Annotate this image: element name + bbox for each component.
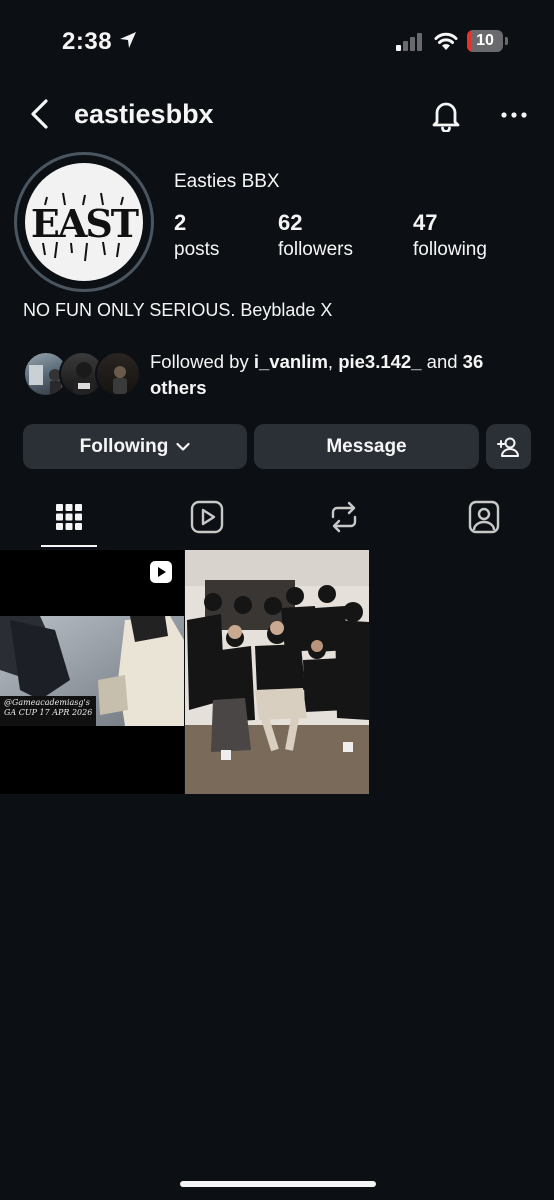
followers-label: followers — [278, 239, 353, 260]
battery-indicator: 10 — [467, 30, 508, 52]
following-button-label: Following — [79, 435, 169, 457]
reposts-icon[interactable] — [324, 497, 364, 537]
more-options-icon[interactable] — [498, 104, 530, 126]
followed-by-avatars[interactable] — [23, 351, 141, 397]
logo-text: EAST — [31, 201, 139, 246]
mutual-user-link[interactable]: i_vanlim — [254, 351, 328, 372]
following-count: 47 — [413, 210, 438, 235]
followers-stat[interactable]: 62 followers — [278, 210, 353, 261]
followed-by-text[interactable]: Followed by i_vanlim, pie3.142_ and 36 o… — [150, 349, 540, 401]
posts-stat[interactable]: 2 posts — [174, 210, 219, 261]
profile-avatar[interactable]: EAST — [14, 152, 154, 292]
location-arrow-icon — [120, 32, 136, 48]
group-photo — [185, 550, 369, 794]
wifi-icon — [434, 32, 458, 50]
message-button-label: Message — [326, 435, 407, 457]
reel-photo — [0, 616, 184, 726]
posts-label: posts — [174, 239, 220, 260]
notification-bell-icon[interactable] — [430, 98, 462, 132]
mutual-user-link[interactable]: pie3.142_ — [338, 351, 421, 372]
followers-count: 62 — [278, 210, 303, 235]
suggested-people-button[interactable] — [486, 424, 531, 469]
following-label: following — [413, 239, 487, 260]
profile-bio: NO FUN ONLY SERIOUS. Beyblade X — [23, 300, 333, 320]
post-caption-overlay: @Gameacademiasg's GA CUP 17 APR 2026 — [4, 698, 93, 717]
post-thumbnail-reel[interactable]: @Gameacademiasg's GA CUP 17 APR 2026 — [0, 550, 184, 794]
cellular-signal-icon — [396, 33, 422, 51]
home-indicator[interactable] — [180, 1181, 376, 1187]
reel-badge-icon — [150, 561, 172, 583]
posts-count: 2 — [174, 210, 187, 235]
east-logo: EAST — [25, 163, 143, 281]
reels-icon[interactable] — [187, 497, 227, 537]
post-thumbnail-photo[interactable] — [185, 550, 369, 794]
add-person-icon — [496, 437, 519, 457]
tagged-icon[interactable] — [464, 497, 504, 537]
chevron-down-icon — [176, 442, 190, 451]
message-button[interactable]: Message — [254, 424, 479, 469]
display-name: Easties BBX — [174, 171, 280, 192]
following-stat[interactable]: 47 following — [413, 210, 487, 261]
follower-avatar — [95, 351, 141, 397]
following-button[interactable]: Following — [23, 424, 247, 469]
status-bar: 2:38 10 — [0, 0, 554, 84]
status-time: 2:38 — [62, 28, 113, 55]
profile-username: eastiesbbx — [74, 99, 214, 129]
battery-level: 10 — [476, 32, 494, 49]
back-icon[interactable] — [26, 98, 54, 130]
grid-icon[interactable] — [49, 497, 89, 537]
active-tab-indicator — [41, 545, 97, 547]
